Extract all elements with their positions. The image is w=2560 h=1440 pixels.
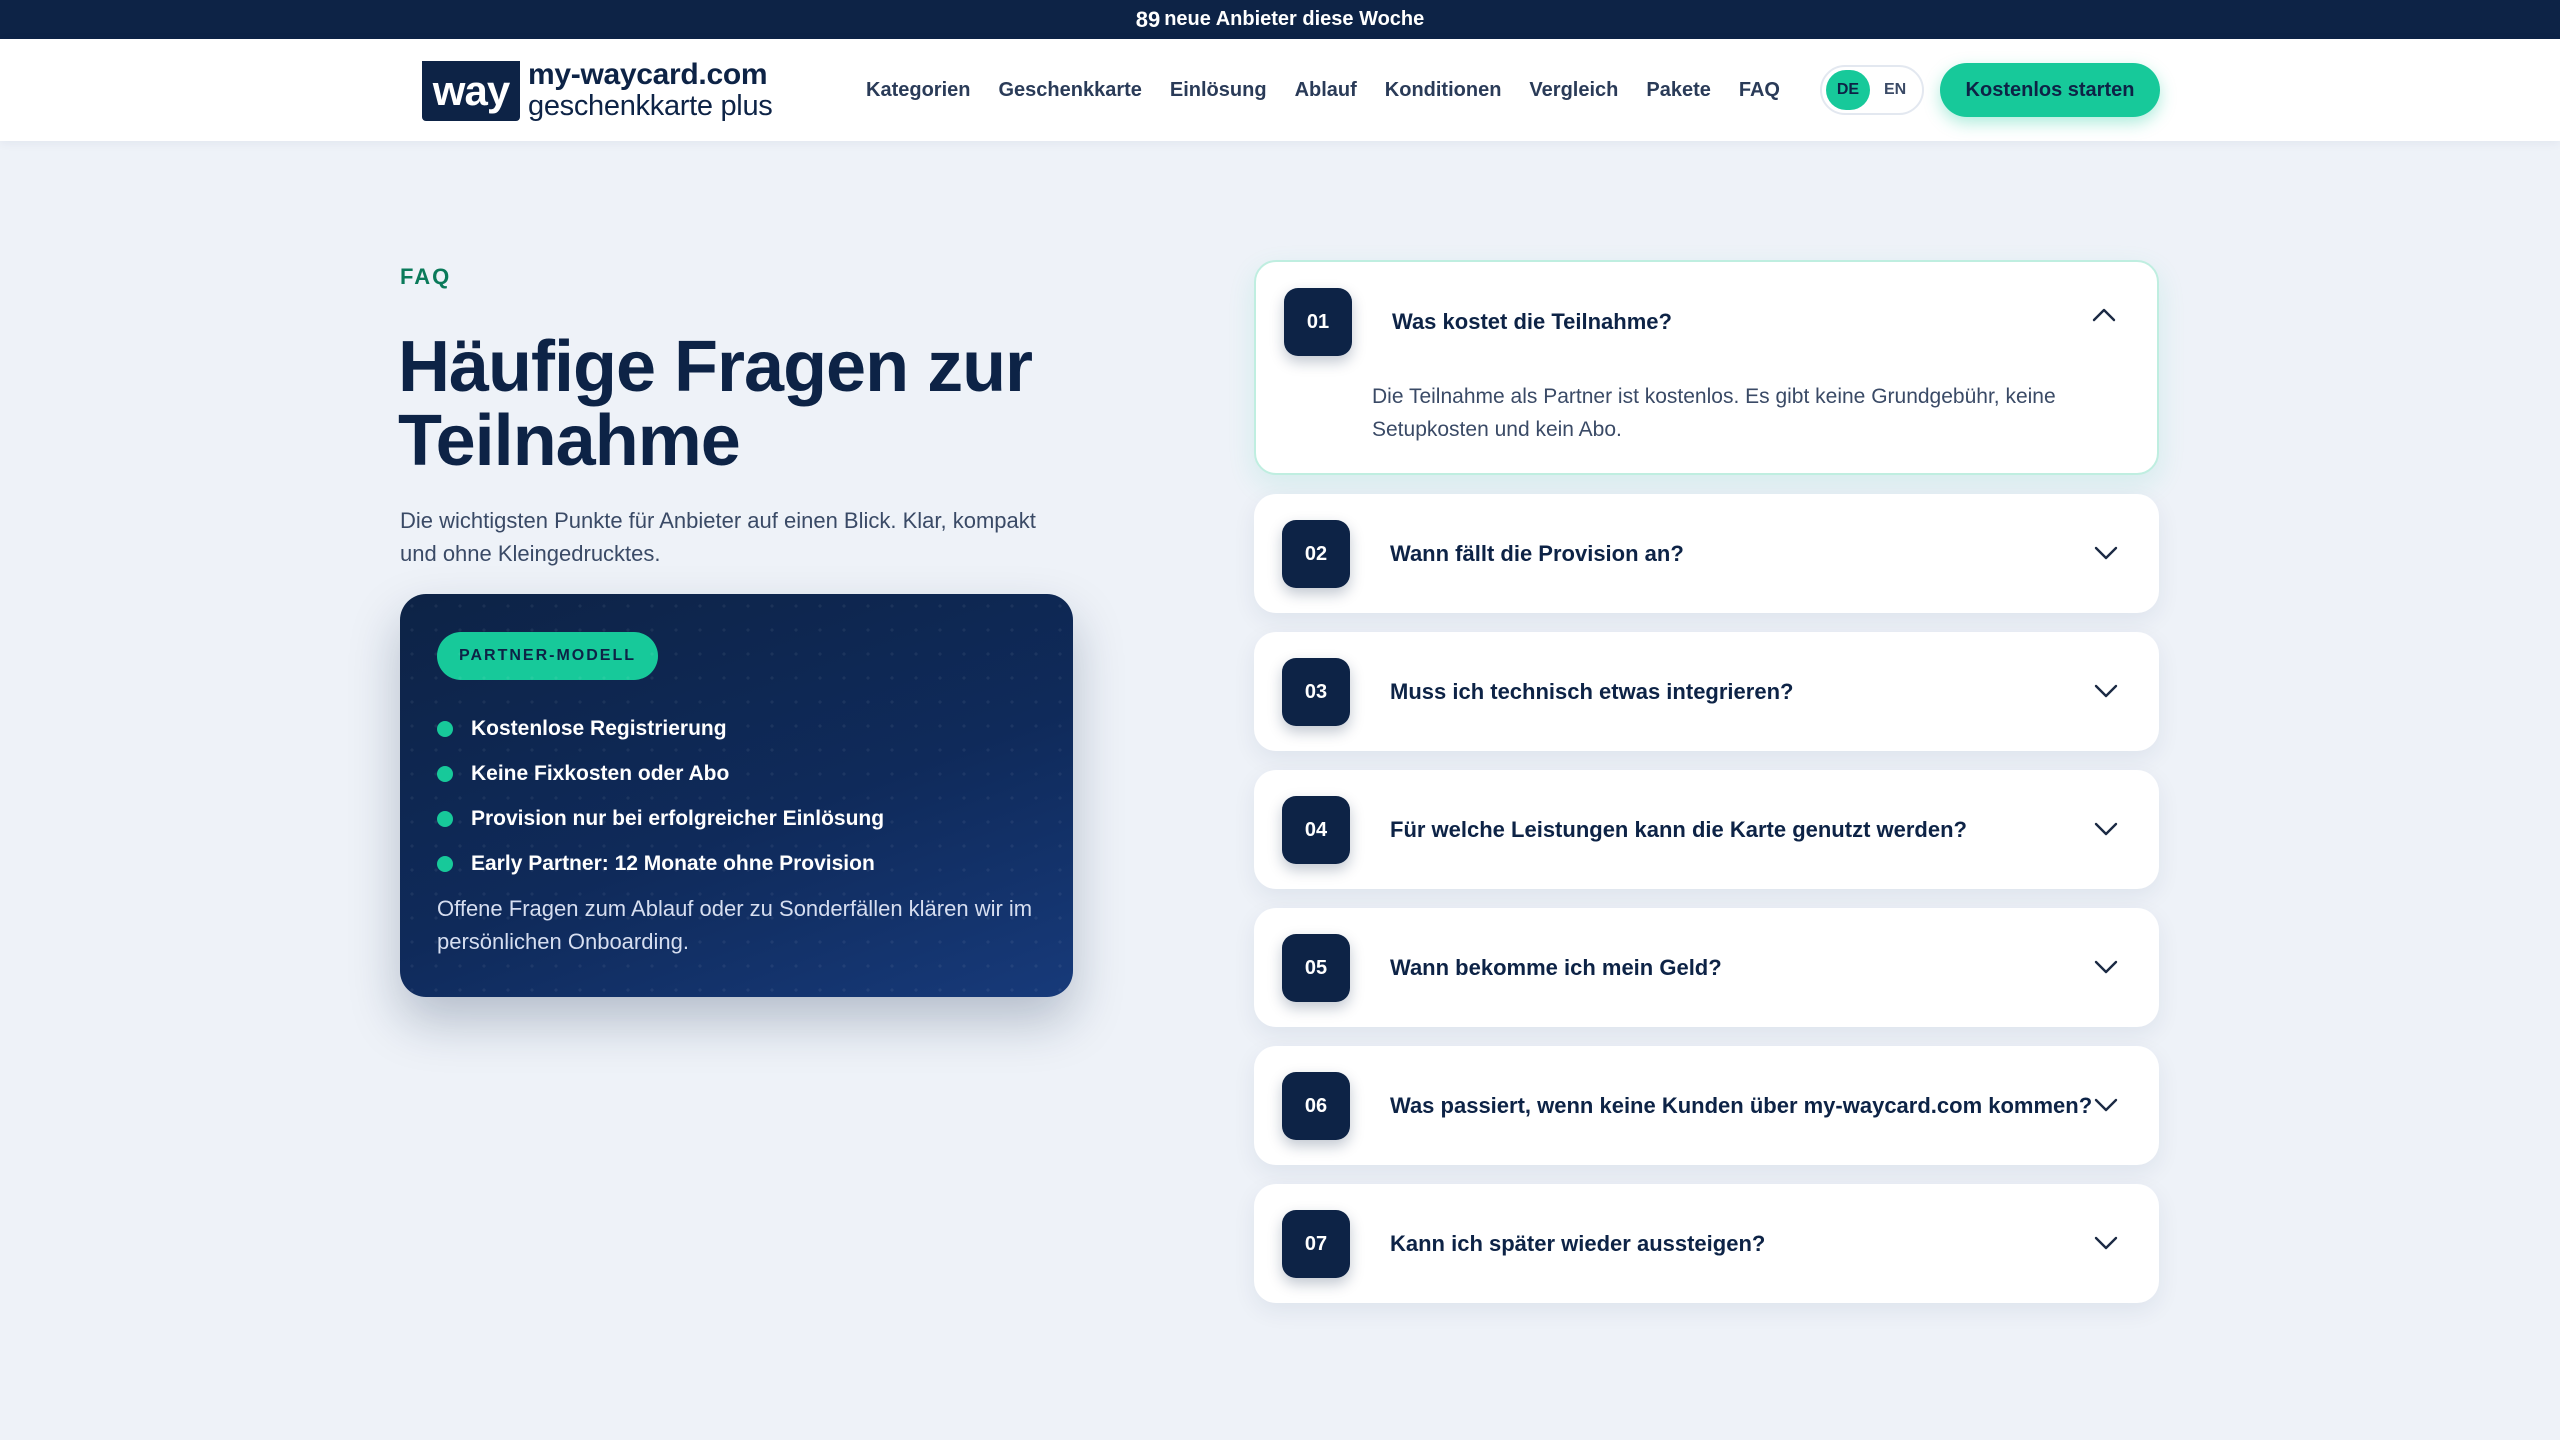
list-item: Early Partner: 12 Monate ohne Provision — [437, 841, 884, 886]
partner-benefits-list: Kostenlose Registrierung Keine Fixkosten… — [437, 706, 884, 886]
section-eyebrow: FAQ — [400, 264, 452, 289]
faq-number: 01 — [1284, 288, 1352, 356]
faq-answer: Die Teilnahme als Partner ist kostenlos.… — [1372, 385, 2056, 441]
faq-number: 07 — [1282, 1210, 1350, 1278]
onboarding-note: Offene Fragen zum Ablauf oder zu Sonderf… — [437, 896, 1033, 954]
nav-link-faq[interactable]: FAQ — [1739, 79, 1780, 102]
faq-item-03: 03 Muss ich technisch etwas integrieren? — [1254, 632, 2159, 751]
benefit-text: Provision nur bei erfolgreicher Einlösun… — [471, 806, 885, 830]
nav-link-einloesung[interactable]: Einlösung — [1170, 79, 1267, 102]
chevron-down-icon[interactable] — [2091, 538, 2121, 568]
nav-link-konditionen[interactable]: Konditionen — [1385, 79, 1502, 102]
faq-item-04: 04 Für welche Leistungen kann die Karte … — [1254, 770, 2159, 889]
faq-item-06: 06 Was passiert, wenn keine Kunden über … — [1254, 1046, 2159, 1165]
faq-item-05: 05 Wann bekomme ich mein Geld? — [1254, 908, 2159, 1027]
faq-toggle[interactable]: 03 Muss ich technisch etwas integrieren? — [1254, 632, 2159, 751]
page-title: Häufige Fragen zur Teilnahme — [398, 327, 1033, 481]
faq-toggle[interactable]: 07 Kann ich später wieder aussteigen? — [1254, 1184, 2159, 1303]
logo[interactable]: way my-waycard.com geschenkkarte plus — [422, 58, 773, 122]
chevron-down-icon[interactable] — [2091, 676, 2121, 706]
main-nav: Kategorien Geschenkkarte Einlösung Ablau… — [866, 39, 1808, 141]
nav-link-vergleich[interactable]: Vergleich — [1529, 79, 1618, 102]
faq-number: 05 — [1282, 934, 1350, 1002]
nav-link-pakete[interactable]: Pakete — [1646, 79, 1711, 102]
faq-toggle[interactable]: 04 Für welche Leistungen kann die Karte … — [1254, 770, 2159, 889]
list-item: Kostenlose Registrierung — [437, 706, 884, 751]
language-switch: DE EN — [1820, 65, 1924, 115]
lang-de-button[interactable]: DE — [1826, 70, 1870, 110]
site-header: way my-waycard.com geschenkkarte plus Ka… — [0, 39, 2560, 141]
faq-number: 03 — [1282, 658, 1350, 726]
nav-link-kategorien[interactable]: Kategorien — [866, 79, 970, 102]
chevron-down-icon[interactable] — [2091, 814, 2121, 844]
faq-toggle[interactable]: 01 Was kostet die Teilnahme? — [1256, 262, 2157, 381]
faq-question: Wann fällt die Provision an? — [1390, 540, 1684, 566]
chevron-down-icon[interactable] — [2091, 1090, 2121, 1120]
benefit-text: Early Partner: 12 Monate ohne Provision — [471, 851, 875, 875]
partner-model-card: PARTNER-MODELL Kostenlose Registrierung … — [400, 594, 1073, 997]
logo-text: my-waycard.com geschenkkarte plus — [528, 58, 773, 122]
partner-model-badge: PARTNER-MODELL — [437, 632, 659, 680]
nav-link-geschenkkarte[interactable]: Geschenkkarte — [998, 79, 1141, 102]
faq-question: Für welche Leistungen kann die Karte gen… — [1390, 816, 1967, 842]
chevron-down-icon[interactable] — [2091, 1228, 2121, 1258]
faq-item-01: 01 Was kostet die Teilnahme? Die Teilnah… — [1254, 260, 2159, 475]
faq-toggle[interactable]: 06 Was passiert, wenn keine Kunden über … — [1254, 1046, 2159, 1165]
new-providers-count: 89 — [1135, 6, 1161, 32]
benefit-text: Kostenlose Registrierung — [471, 716, 727, 740]
faq-question: Was kostet die Teilnahme? — [1392, 309, 1672, 334]
faq-number: 04 — [1282, 796, 1350, 864]
faq-accordion: 01 Was kostet die Teilnahme? Die Teilnah… — [1254, 260, 2159, 1322]
benefit-text: Keine Fixkosten oder Abo — [471, 761, 730, 785]
faq-item-07: 07 Kann ich später wieder aussteigen? — [1254, 1184, 2159, 1303]
list-item: Provision nur bei erfolgreicher Einlösun… — [437, 796, 884, 841]
bullet-icon — [437, 855, 453, 872]
lang-en-button[interactable]: EN — [1884, 81, 1906, 99]
faq-question: Kann ich später wieder aussteigen? — [1390, 1230, 1766, 1256]
faq-question: Was passiert, wenn keine Kunden über my-… — [1390, 1092, 2093, 1118]
bullet-icon — [437, 810, 453, 827]
nav-link-ablauf[interactable]: Ablauf — [1295, 79, 1357, 102]
logo-tagline: geschenkkarte plus — [528, 90, 773, 122]
logo-mark: way — [422, 60, 520, 121]
chevron-up-icon[interactable] — [2089, 300, 2119, 330]
chevron-down-icon[interactable] — [2091, 952, 2121, 982]
start-free-button[interactable]: Kostenlos starten — [1940, 63, 2160, 117]
announcement-bar: 89 neue Anbieter diese Woche — [0, 0, 2560, 39]
logo-domain: my-waycard.com — [528, 58, 768, 91]
bullet-icon — [437, 765, 453, 782]
list-item: Keine Fixkosten oder Abo — [437, 751, 884, 796]
faq-toggle[interactable]: 02 Wann fällt die Provision an? — [1254, 494, 2159, 613]
faq-number: 06 — [1282, 1072, 1350, 1140]
announcement-text: neue Anbieter diese Woche — [1164, 8, 1425, 30]
faq-question: Wann bekomme ich mein Geld? — [1390, 954, 1722, 980]
faq-number: 02 — [1282, 520, 1350, 588]
faq-question: Muss ich technisch etwas integrieren? — [1390, 678, 1794, 704]
faq-toggle[interactable]: 05 Wann bekomme ich mein Geld? — [1254, 908, 2159, 1027]
faq-item-02: 02 Wann fällt die Provision an? — [1254, 494, 2159, 613]
section-intro: Die wichtigsten Punkte für Anbieter auf … — [400, 508, 1036, 566]
bullet-icon — [437, 720, 453, 737]
